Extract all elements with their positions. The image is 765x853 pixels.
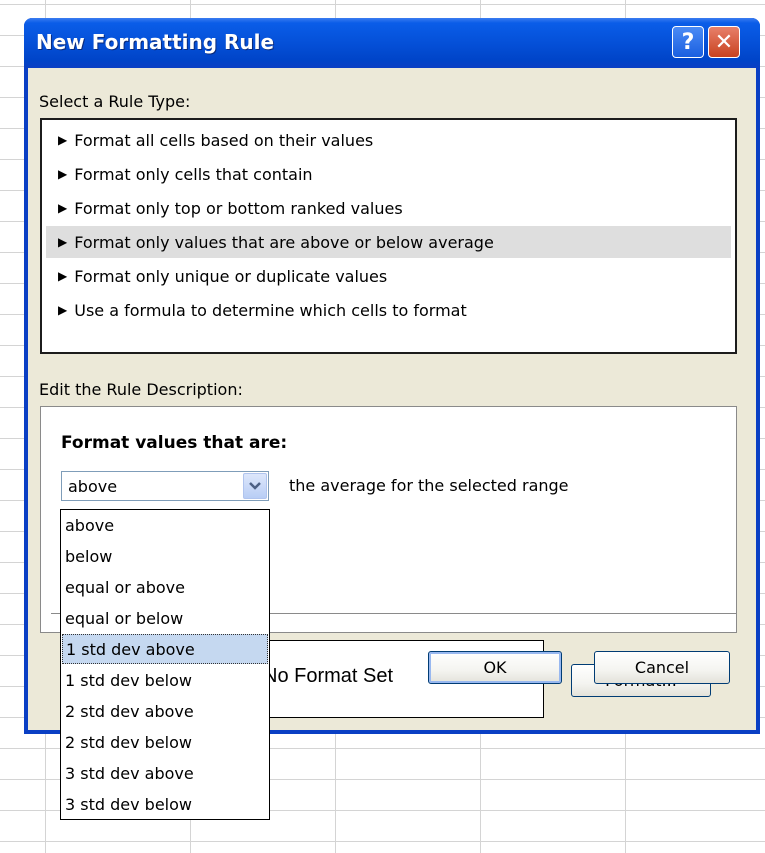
option-1-std-dev-below[interactable]: 1 std dev below — [62, 665, 268, 695]
rule-item-top-bottom[interactable]: ▶ Format only top or bottom ranked value… — [46, 192, 731, 224]
rule-item-label: Format only values that are above or bel… — [74, 232, 494, 252]
rule-item-formula[interactable]: ▶ Use a formula to determine which cells… — [46, 294, 731, 326]
option-3-std-dev-below[interactable]: 3 std dev below — [62, 789, 268, 819]
option-3-std-dev-above[interactable]: 3 std dev above — [62, 758, 268, 788]
rule-item-label: Format only top or bottom ranked values — [74, 198, 403, 218]
rule-type-label: Select a Rule Type: — [39, 92, 191, 111]
rule-type-list: ▶ Format all cells based on their values… — [40, 118, 737, 354]
rule-item-label: Use a formula to determine which cells t… — [74, 300, 467, 320]
option-equal-or-below[interactable]: equal or below — [62, 603, 268, 633]
dialog-titlebar[interactable]: New Formatting Rule ? ✕ — [24, 18, 760, 68]
help-icon: ? — [681, 29, 695, 55]
triangle-right-icon: ▶ — [58, 235, 68, 249]
triangle-right-icon: ▶ — [58, 303, 68, 317]
rule-item-label: Format all cells based on their values — [74, 130, 374, 150]
rule-item-label: Format only unique or duplicate values — [74, 266, 388, 286]
close-button[interactable]: ✕ — [708, 26, 740, 58]
option-1-std-dev-above[interactable]: 1 std dev above — [62, 634, 268, 664]
rule-item-cells-contain[interactable]: ▶ Format only cells that contain — [46, 158, 731, 190]
rule-item-all-cells[interactable]: ▶ Format all cells based on their values — [46, 124, 731, 156]
close-icon: ✕ — [714, 29, 734, 55]
average-comparison-dropdown[interactable]: above — [61, 471, 269, 501]
dropdown-toggle-button[interactable] — [243, 473, 267, 499]
option-equal-or-above[interactable]: equal or above — [62, 572, 268, 602]
preview-text: No Format Set — [263, 665, 394, 687]
option-above[interactable]: above — [62, 510, 268, 540]
option-2-std-dev-below[interactable]: 2 std dev below — [62, 727, 268, 757]
chevron-down-icon — [249, 482, 261, 490]
triangle-right-icon: ▶ — [58, 269, 68, 283]
triangle-right-icon: ▶ — [58, 201, 68, 215]
rule-item-above-below-average[interactable]: ▶ Format only values that are above or b… — [46, 226, 731, 258]
rule-item-label: Format only cells that contain — [74, 164, 313, 184]
comparison-options-list[interactable]: above below equal or above equal or belo… — [60, 509, 270, 820]
triangle-right-icon: ▶ — [58, 133, 68, 147]
option-below[interactable]: below — [62, 541, 268, 571]
option-2-std-dev-above[interactable]: 2 std dev above — [62, 696, 268, 726]
combo-value: above — [68, 477, 118, 496]
ok-button[interactable]: OK — [428, 651, 562, 684]
rule-item-unique-duplicate[interactable]: ▶ Format only unique or duplicate values — [46, 260, 731, 292]
format-values-heading: Format values that are: — [61, 433, 288, 453]
average-range-text: the average for the selected range — [289, 476, 569, 495]
dialog-title: New Formatting Rule — [36, 30, 275, 54]
triangle-right-icon: ▶ — [58, 167, 68, 181]
rule-description-label: Edit the Rule Description: — [39, 380, 243, 399]
cancel-button[interactable]: Cancel — [594, 651, 730, 684]
help-button[interactable]: ? — [672, 26, 704, 58]
